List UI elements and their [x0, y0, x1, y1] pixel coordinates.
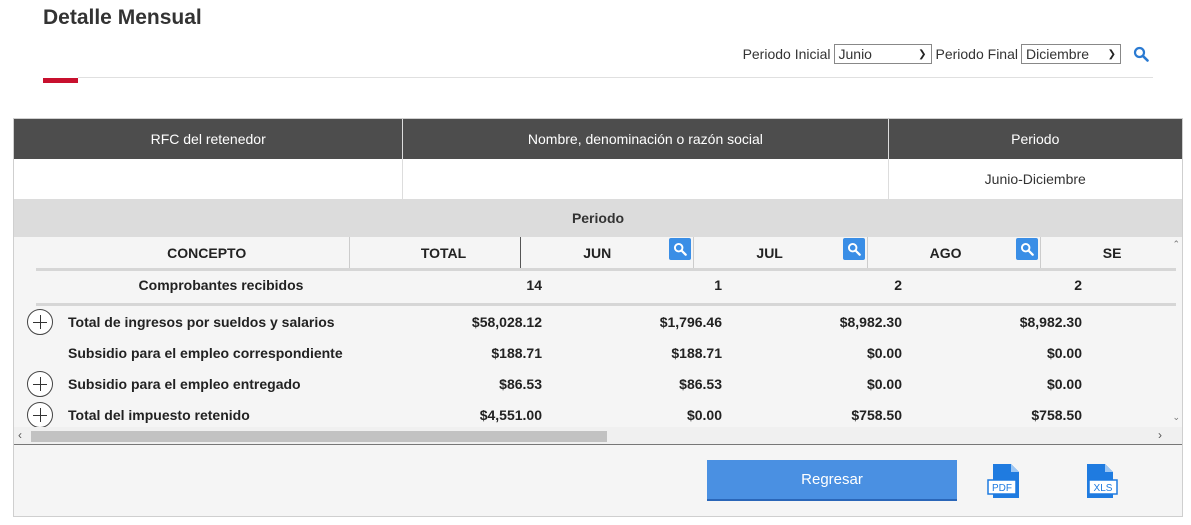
- period-band: Periodo: [14, 199, 1182, 237]
- xls-label: XLS: [1094, 483, 1113, 494]
- search-icon[interactable]: [669, 238, 692, 260]
- cell-total: $58,028.12: [471, 313, 542, 330]
- expand-plus-icon[interactable]: [27, 371, 53, 397]
- grid-header-row: CONCEPTO TOTAL JUN JUL AGO SE: [14, 237, 1182, 269]
- cell-ago: $0.00: [1046, 344, 1082, 361]
- sep-column-header: SE: [1041, 237, 1182, 269]
- cell-jun: $86.53: [679, 375, 722, 392]
- row-label: Total del impuesto retenido: [68, 406, 250, 423]
- cell-jun: $188.71: [671, 344, 722, 361]
- table-row: Subsidio para el empleo entregado $86.53…: [14, 368, 1182, 399]
- cell-jun: $1,796.46: [659, 313, 722, 330]
- pdf-label: PDF: [992, 483, 1012, 494]
- search-icon[interactable]: [1133, 46, 1149, 62]
- concept-column-header: CONCEPTO: [14, 237, 351, 269]
- xls-download-icon[interactable]: XLS: [1081, 463, 1119, 499]
- chevron-down-icon: ❯: [1107, 48, 1116, 60]
- row-label: Subsidio para el empleo correspondiente: [68, 344, 343, 361]
- back-button[interactable]: Regresar: [707, 460, 957, 501]
- cell-total: $4,551.00: [479, 406, 542, 423]
- jun-column-header: JUN: [521, 237, 695, 269]
- table-row: Total de ingresos por sueldos y salarios…: [14, 306, 1182, 337]
- rfc-value: [14, 159, 404, 199]
- initial-period-label: Periodo Inicial: [742, 46, 831, 62]
- row-label: Comprobantes recibidos: [138, 277, 304, 293]
- search-icon[interactable]: [1015, 238, 1038, 260]
- expand-plus-icon[interactable]: [27, 402, 53, 427]
- rfc-header: RFC del retenedor: [14, 119, 404, 159]
- chevron-down-icon: ❯: [918, 48, 927, 60]
- scroll-left-icon[interactable]: ‹: [18, 428, 22, 442]
- total-column-header: TOTAL: [350, 237, 522, 269]
- cell-ago: $758.50: [1031, 406, 1082, 423]
- pdf-download-icon[interactable]: PDF: [987, 463, 1025, 499]
- footer-actions: Regresar PDF XLS: [14, 445, 1182, 515]
- name-value: [403, 159, 889, 199]
- jul-column-header: JUL: [694, 237, 868, 269]
- final-period-select[interactable]: Diciembre ❯: [1021, 44, 1121, 64]
- cell-jun: 1: [714, 277, 722, 293]
- scroll-right-icon[interactable]: ›: [1158, 428, 1162, 442]
- cell-jul: 2: [894, 277, 902, 293]
- search-icon[interactable]: [842, 238, 865, 260]
- cell-total: $86.53: [499, 375, 542, 392]
- period-filters: Periodo Inicial Junio ❯ Periodo Final Di…: [743, 44, 1149, 64]
- row-label: Subsidio para el empleo entregado: [68, 375, 301, 392]
- expand-plus-icon[interactable]: [27, 309, 53, 335]
- detail-panel: RFC del retenedor Nombre, denominación o…: [13, 118, 1183, 517]
- scroll-down-icon[interactable]: ⌄: [1172, 412, 1180, 423]
- table-row: Total del impuesto retenido $4,551.00 $0…: [14, 399, 1182, 427]
- cell-jun: $0.00: [686, 406, 722, 423]
- horizontal-scrollbar[interactable]: ‹ ›: [14, 427, 1182, 445]
- table-row: Comprobantes recibidos 14 1 2 2: [14, 271, 1182, 299]
- cell-ago: $0.00: [1046, 375, 1082, 392]
- cell-jul: $8,982.30: [839, 313, 902, 330]
- title-divider: [78, 77, 1153, 78]
- scroll-up-icon[interactable]: ⌃: [1172, 239, 1180, 250]
- period-header: Periodo: [1011, 131, 1060, 147]
- retainer-header-row: RFC del retenedor Nombre, denominación o…: [14, 119, 1182, 159]
- cell-jul: $0.00: [866, 375, 902, 392]
- table-row: Subsidio para el empleo correspondiente …: [14, 337, 1182, 368]
- period-value: Junio-Diciembre: [984, 171, 1086, 187]
- page-title: Detalle Mensual: [43, 6, 202, 29]
- ago-column-header: AGO: [868, 237, 1041, 269]
- final-period-label: Periodo Final: [935, 46, 1019, 62]
- initial-period-value: Junio: [838, 46, 872, 62]
- cell-ago: 2: [1074, 277, 1082, 293]
- cell-ago: $8,982.30: [1019, 313, 1082, 330]
- scrollbar-thumb[interactable]: [31, 431, 607, 442]
- retainer-value-row: Junio-Diciembre: [14, 159, 1182, 199]
- cell-total: $188.71: [491, 344, 542, 361]
- title-accent-bar: [43, 78, 78, 83]
- cell-jul: $758.50: [851, 406, 902, 423]
- name-header: Nombre, denominación o razón social: [403, 119, 889, 159]
- final-period-value: Diciembre: [1026, 46, 1090, 62]
- initial-period-select[interactable]: Junio ❯: [833, 44, 932, 64]
- row-label: Total de ingresos por sueldos y salarios: [68, 313, 335, 330]
- monthly-grid[interactable]: CONCEPTO TOTAL JUN JUL AGO SE Comprobant…: [14, 237, 1182, 427]
- cell-jul: $0.00: [866, 344, 902, 361]
- cell-total: 14: [526, 277, 542, 293]
